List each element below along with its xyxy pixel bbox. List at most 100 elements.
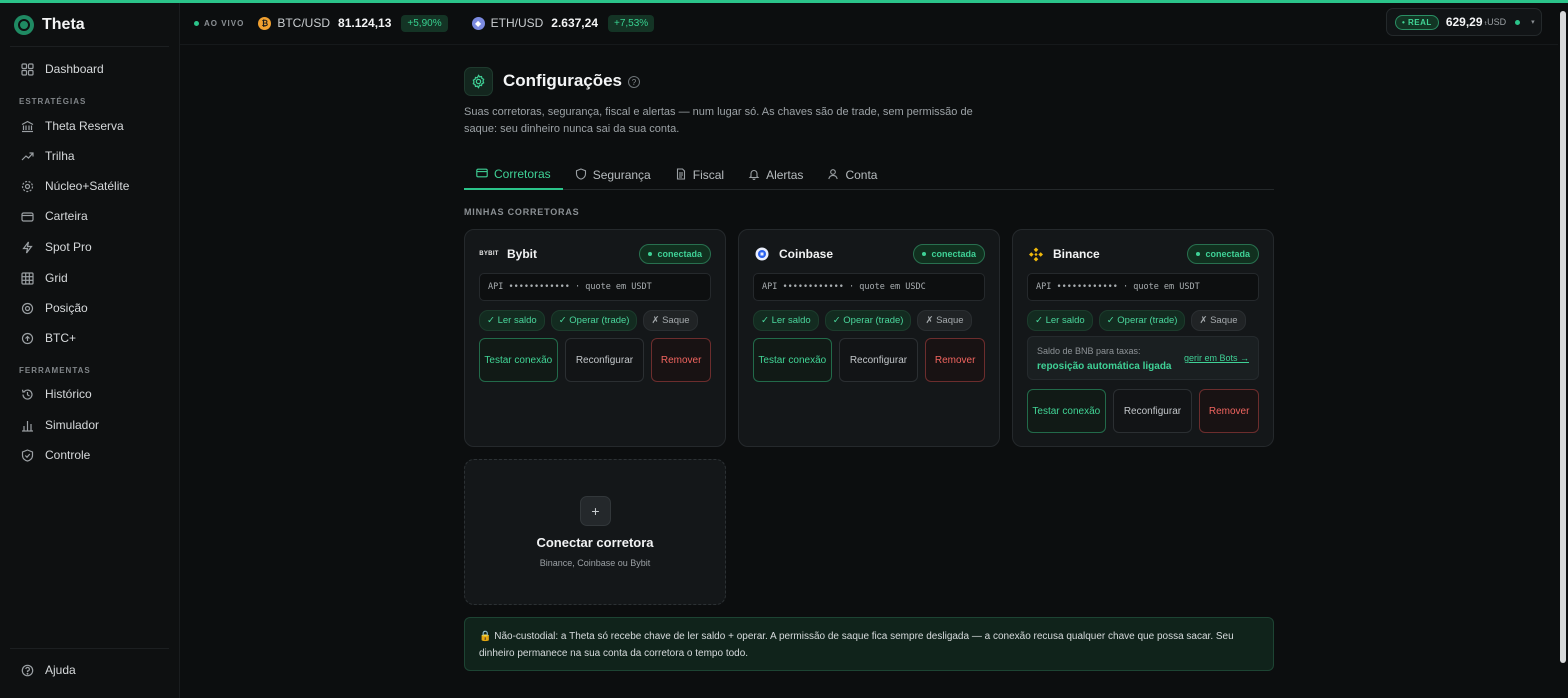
tab-label: Corretoras bbox=[494, 167, 551, 181]
ticker-price: 81.124,13 bbox=[338, 16, 392, 30]
status-dot-icon bbox=[1515, 19, 1521, 25]
bnb-fee-status: reposição automática ligada bbox=[1037, 361, 1172, 372]
sidebar-item-label: Núcleo+Satélite bbox=[45, 179, 130, 193]
page-scrollbar[interactable] bbox=[1558, 3, 1568, 698]
status-label: conectada bbox=[1205, 249, 1250, 259]
sidebar-item-help[interactable]: Ajuda bbox=[12, 657, 170, 683]
grid-squares-icon bbox=[20, 62, 34, 76]
ticker-pair: BTC/USD bbox=[277, 16, 331, 30]
manage-in-bots-link[interactable]: gerir em Bots → bbox=[1184, 353, 1249, 363]
reconfigure-button[interactable]: Reconfigurar bbox=[838, 338, 919, 382]
credit-card-icon bbox=[476, 167, 488, 182]
status-dot-icon bbox=[1196, 252, 1201, 256]
sidebar-item-label: Controle bbox=[45, 448, 91, 462]
sidebar-divider bbox=[10, 648, 169, 649]
bar-chart-icon bbox=[20, 418, 34, 432]
tab-seguranca[interactable]: Segurança bbox=[563, 160, 663, 190]
tab-label: Fiscal bbox=[692, 168, 725, 182]
btc-icon: ₿ bbox=[258, 16, 272, 30]
page-header: Configurações ? bbox=[464, 66, 1274, 96]
perm-trade: ✓ Operar (trade) bbox=[824, 310, 912, 331]
card-actions: Testar conexão Reconfigurar Remover bbox=[753, 338, 986, 382]
non-custodial-notice: 🔒 Não-custodial: a Theta só recebe chave… bbox=[464, 617, 1274, 671]
sidebar-item-nucleo-satelite[interactable]: Núcleo+Satélite bbox=[12, 173, 170, 199]
nav-group-tools: FERRAMENTAS bbox=[19, 366, 91, 375]
user-icon bbox=[827, 168, 839, 183]
settings-page: Configurações ? Suas corretoras, seguran… bbox=[464, 66, 1274, 671]
live-label: AO VIVO bbox=[204, 18, 245, 28]
connect-broker-card[interactable]: + Conectar corretora Binance, Coinbase o… bbox=[464, 459, 726, 605]
history-icon bbox=[20, 387, 34, 401]
remove-button[interactable]: Remover bbox=[651, 338, 712, 382]
perm-trade: ✓ Operar (trade) bbox=[550, 310, 638, 331]
reconfigure-button[interactable]: Reconfigurar bbox=[1112, 389, 1193, 433]
sidebar-item-controle[interactable]: Controle bbox=[12, 442, 170, 468]
tab-label: Segurança bbox=[592, 168, 651, 182]
sidebar-item-label: Histórico bbox=[45, 387, 92, 401]
sidebar-item-label: Carteira bbox=[45, 209, 88, 223]
ticker-btc[interactable]: ₿ BTC/USD 81.124,13 +5,90% bbox=[258, 14, 448, 32]
permission-list: ✓ Ler saldo ✓ Operar (trade) ✗ Saque bbox=[1027, 310, 1246, 331]
header-divider bbox=[180, 44, 1558, 45]
wallet-selector[interactable]: • REAL 629,29 ₜUSD ▾ bbox=[1386, 8, 1542, 36]
nav-group-strategies: ESTRATÉGIAS bbox=[19, 97, 87, 106]
test-connection-button[interactable]: Testar conexão bbox=[479, 338, 558, 382]
sidebar-item-btc-plus[interactable]: BTC+ bbox=[12, 325, 170, 351]
perm-withdraw: ✗ Saque bbox=[643, 310, 698, 331]
sidebar-item-label: Dashboard bbox=[45, 62, 104, 76]
card-header: Binance conectada bbox=[1028, 244, 1259, 264]
settings-tabs: Corretoras Segurança Fiscal Alertas Cont… bbox=[464, 160, 1274, 190]
sidebar-item-label: Simulador bbox=[45, 418, 100, 432]
sidebar-item-label: Theta Reserva bbox=[45, 119, 124, 133]
reconfigure-button[interactable]: Reconfigurar bbox=[564, 338, 645, 382]
target-icon bbox=[20, 301, 34, 315]
status-label: conectada bbox=[931, 249, 976, 259]
tab-conta[interactable]: Conta bbox=[815, 160, 889, 190]
tab-fiscal[interactable]: Fiscal bbox=[663, 160, 736, 190]
tab-corretoras[interactable]: Corretoras bbox=[464, 160, 563, 190]
wallet-icon bbox=[20, 209, 34, 223]
page-subtitle: Suas corretoras, segurança, fiscal e ale… bbox=[464, 106, 973, 135]
test-connection-button[interactable]: Testar conexão bbox=[1027, 389, 1106, 433]
ticker-change-badge: +7,53% bbox=[608, 14, 655, 32]
perm-withdraw: ✗ Saque bbox=[1191, 310, 1246, 331]
ticker-eth[interactable]: ◆ ETH/USD 2.637,24 +7,53% bbox=[471, 14, 655, 32]
sidebar-item-trilha[interactable]: Trilha bbox=[12, 143, 170, 169]
bank-icon bbox=[20, 119, 34, 133]
sidebar-item-posicao[interactable]: Posição bbox=[12, 295, 170, 321]
lightning-icon bbox=[20, 240, 34, 254]
theta-logo-icon bbox=[14, 15, 34, 35]
wallet-balance: 629,29 bbox=[1445, 15, 1483, 29]
sidebar-item-label: Grid bbox=[45, 271, 68, 285]
scrollbar-thumb[interactable] bbox=[1560, 11, 1566, 663]
orbit-icon bbox=[20, 179, 34, 193]
sidebar-item-dashboard[interactable]: Dashboard bbox=[12, 56, 170, 82]
sidebar-item-simulador[interactable]: Simulador bbox=[12, 412, 170, 438]
shield-check-icon bbox=[20, 448, 34, 462]
gear-icon bbox=[464, 66, 493, 96]
bnb-fee-panel: Saldo de BNB para taxas: reposição autom… bbox=[1027, 336, 1259, 380]
status-badge: conectada bbox=[639, 244, 711, 264]
card-header: Coinbase conectada bbox=[754, 244, 985, 264]
brand[interactable]: Theta bbox=[14, 15, 85, 35]
connect-broker-subtitle: Binance, Coinbase ou Bybit bbox=[539, 558, 651, 568]
shield-icon bbox=[575, 167, 587, 183]
broker-name: Binance bbox=[1053, 247, 1100, 261]
binance-logo-icon bbox=[1028, 246, 1044, 262]
permission-list: ✓ Ler saldo ✓ Operar (trade) ✗ Saque bbox=[753, 310, 972, 331]
sidebar-item-historico[interactable]: Histórico bbox=[12, 381, 170, 407]
eth-icon: ◆ bbox=[471, 16, 485, 30]
sidebar-item-spot-pro[interactable]: Spot Pro bbox=[12, 234, 170, 260]
arrow-up-circle-icon bbox=[20, 331, 34, 345]
remove-button[interactable]: Remover bbox=[925, 338, 986, 382]
tab-alertas[interactable]: Alertas bbox=[736, 160, 815, 190]
sidebar-item-carteira[interactable]: Carteira bbox=[12, 203, 170, 229]
api-key-field: API •••••••••••• · quote em USDC bbox=[753, 273, 985, 301]
sidebar-item-grid[interactable]: Grid bbox=[12, 265, 170, 291]
remove-button[interactable]: Remover bbox=[1199, 389, 1260, 433]
sidebar-item-theta-reserva[interactable]: Theta Reserva bbox=[12, 113, 170, 139]
test-connection-button[interactable]: Testar conexão bbox=[753, 338, 832, 382]
card-actions: Testar conexão Reconfigurar Remover bbox=[479, 338, 712, 382]
help-icon[interactable]: ? bbox=[628, 76, 641, 88]
sidebar-item-label: Posição bbox=[45, 301, 88, 315]
